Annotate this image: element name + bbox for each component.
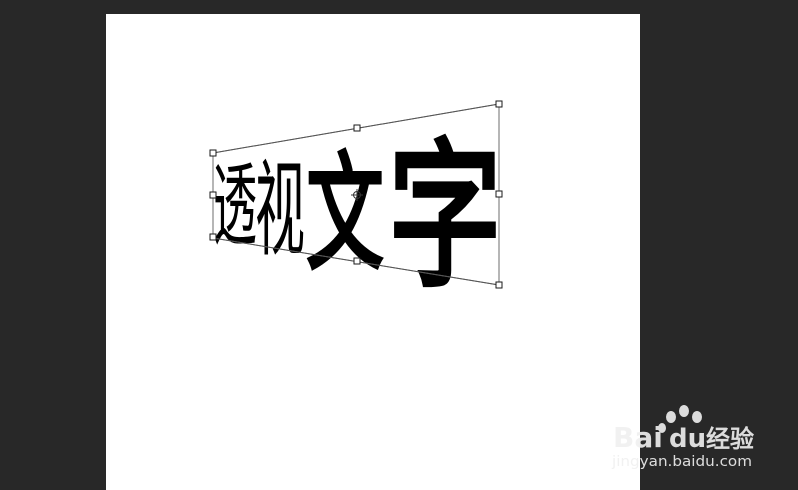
corner-handle-bottom-right[interactable] (495, 281, 503, 289)
canvas-overlay: 透 视 文 字 Bai du 经验 jingyan.baidu.com (209, 100, 754, 470)
text-char-4: 字 (388, 123, 502, 310)
text-char-1: 透 (213, 154, 257, 259)
watermark-logo-text-du: du (669, 424, 706, 454)
corner-handle-top-left[interactable] (209, 149, 217, 157)
text-char-3: 文 (306, 140, 384, 289)
perspective-text-layer[interactable]: 透 视 文 字 (213, 123, 502, 310)
baidu-jingyan-watermark: Bai du 经验 jingyan.baidu.com (611, 405, 754, 470)
edge-handle-top-middle[interactable] (353, 124, 361, 132)
corner-handle-top-right[interactable] (495, 100, 503, 108)
watermark-logo-text: Bai (613, 421, 663, 454)
watermark-cn-text: 经验 (706, 425, 754, 453)
text-char-2: 视 (255, 149, 305, 271)
edge-handle-bottom-middle[interactable] (353, 257, 361, 265)
photoshop-workspace[interactable]: 透 视 文 字 Bai du 经验 jingyan.baidu.com (0, 0, 798, 490)
corner-handle-bottom-left[interactable] (209, 233, 217, 241)
watermark-url: jingyan.baidu.com (611, 454, 752, 470)
edge-handle-middle-right[interactable] (495, 190, 503, 198)
edge-handle-middle-left[interactable] (209, 191, 217, 199)
